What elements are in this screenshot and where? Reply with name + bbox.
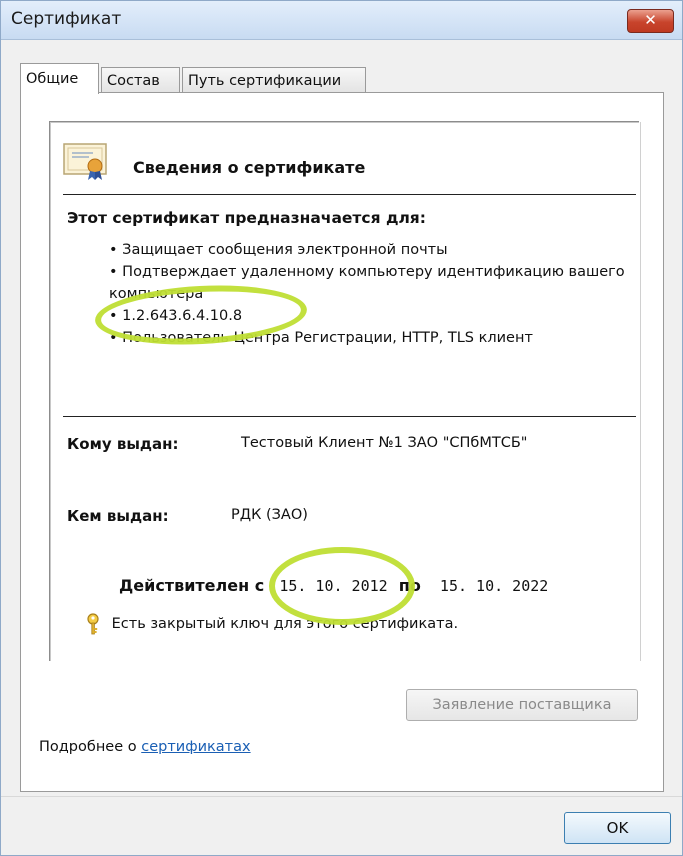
valid-from-date: 15. 10. 2012 bbox=[279, 577, 388, 595]
issued-by-value: РДК (ЗАО) bbox=[231, 507, 308, 523]
purpose-item: Подтверждает удаленному компьютеру идент… bbox=[109, 261, 629, 305]
tab-general[interactable]: Общие bbox=[20, 63, 99, 94]
key-icon bbox=[87, 613, 99, 635]
validity-row: Действителен с 15. 10. 2012 по 15. 10. 2… bbox=[119, 576, 548, 595]
purpose-heading: Этот сертификат предназначается для: bbox=[67, 209, 426, 227]
valid-from-label: Действителен с bbox=[119, 576, 265, 595]
certificate-dialog: Сертификат ✕ Общие Состав Путь сертифика… bbox=[0, 0, 683, 856]
divider bbox=[63, 416, 636, 417]
certificate-icon bbox=[63, 143, 107, 180]
close-button[interactable]: ✕ bbox=[627, 9, 674, 33]
more-info-prefix: Подробнее о bbox=[39, 739, 142, 755]
window-title: Сертификат bbox=[11, 9, 122, 29]
issued-to-value: Тестовый Клиент №1 ЗАО "СПбМТСБ" bbox=[241, 435, 528, 451]
purpose-item: 1.2.643.6.4.10.8 bbox=[109, 305, 629, 327]
valid-to-date: 15. 10. 2022 bbox=[439, 577, 549, 595]
issued-by-label: Кем выдан: bbox=[67, 507, 169, 525]
purpose-item: Защищает сообщения электронной почты bbox=[109, 239, 629, 261]
tab-details[interactable]: Состав bbox=[101, 67, 180, 93]
certificate-info-heading: Сведения о сертификате bbox=[133, 158, 366, 177]
footer-divider bbox=[1, 796, 682, 797]
issuer-statement-button[interactable]: Заявление поставщика bbox=[406, 689, 638, 721]
more-info-text: Подробнее о сертификатах bbox=[39, 739, 251, 755]
ok-button[interactable]: OK bbox=[564, 812, 671, 844]
certificates-help-link[interactable]: сертификатах bbox=[141, 739, 250, 755]
purpose-list: Защищает сообщения электронной почты Под… bbox=[109, 239, 629, 349]
purpose-item: Пользователь Центра Регистрации, HTTP, T… bbox=[109, 327, 629, 349]
tab-certification-path[interactable]: Путь сертификации bbox=[182, 67, 366, 93]
issued-to-label: Кому выдан: bbox=[67, 435, 179, 453]
private-key-text: Есть закрытый ключ для этого сертификата… bbox=[111, 616, 459, 632]
valid-to-label: по bbox=[398, 576, 421, 595]
private-key-row: Есть закрытый ключ для этого сертификата… bbox=[85, 613, 458, 635]
divider bbox=[63, 194, 636, 195]
title-bar: Сертификат ✕ bbox=[1, 1, 682, 40]
